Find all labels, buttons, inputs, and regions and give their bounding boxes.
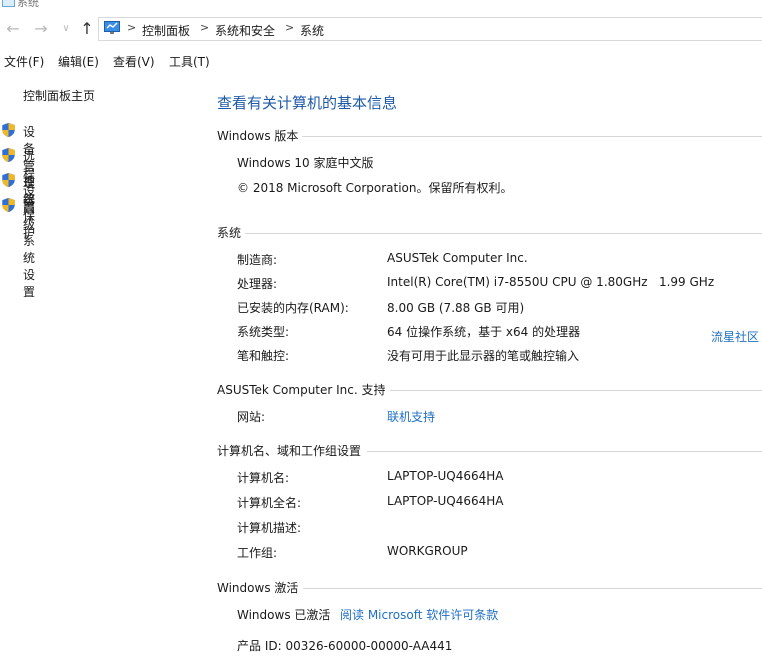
computer-name-label: 计算机名: (237, 471, 290, 485)
website-label: 网站: (237, 410, 266, 424)
up-arrow-icon[interactable]: ↑ (78, 16, 96, 42)
section-divider (245, 233, 762, 234)
breadcrumb-separator: > (285, 21, 295, 34)
computer-description-label: 计算机描述: (237, 521, 302, 535)
menu-bar: 文件(F) 编辑(E) 查看(V) 工具(T) (0, 50, 762, 72)
breadcrumb-separator: > (127, 21, 137, 34)
windows-edition-name: Windows 10 家庭中文版 (237, 156, 374, 170)
system-type-label: 系统类型: (237, 325, 290, 339)
watermark-text: 流星社区 (711, 330, 760, 344)
section-computer-name: 计算机名、域和工作组设置 (217, 442, 762, 460)
copyright-text: © 2018 Microsoft Corporation。保留所有权利。 (237, 181, 513, 195)
ram-value: 8.00 GB (7.88 GB 可用) (387, 301, 525, 315)
window-title: 系统 (17, 0, 39, 9)
breadcrumb-system[interactable]: 系统 (300, 22, 324, 39)
back-arrow-icon[interactable]: ← (4, 16, 22, 42)
section-heading: ASUSTek Computer Inc. 支持 (217, 381, 390, 398)
system-window-icon (2, 0, 15, 7)
uac-shield-icon (2, 197, 15, 213)
workgroup-value: WORKGROUP (387, 544, 468, 558)
section-divider (301, 136, 762, 137)
menu-tools[interactable]: 工具(T) (169, 53, 210, 70)
workgroup-label: 工作组: (237, 546, 278, 560)
uac-shield-icon (2, 147, 15, 163)
section-manufacturer-support: ASUSTek Computer Inc. 支持 (217, 381, 762, 399)
menu-file[interactable]: 文件(F) (4, 53, 44, 70)
breadcrumb-control-panel[interactable]: 控制面板 (142, 22, 190, 39)
full-computer-name-label: 计算机全名: (237, 496, 302, 510)
uac-shield-icon (2, 172, 15, 188)
menu-view[interactable]: 查看(V) (113, 53, 155, 70)
ram-label: 已安装的内存(RAM): (237, 301, 349, 315)
section-divider (303, 588, 762, 589)
breadcrumb-separator: > (200, 21, 210, 34)
menu-edit[interactable]: 编辑(E) (58, 53, 99, 70)
control-panel-monitor-icon (104, 21, 120, 34)
forward-arrow-icon[interactable]: → (32, 16, 50, 42)
page-title: 查看有关计算机的基本信息 (217, 94, 398, 112)
license-terms-link[interactable]: 阅读 Microsoft 软件许可条款 (340, 606, 498, 623)
section-divider (387, 390, 762, 391)
processor-value: Intel(R) Core(TM) i7-8550U CPU @ 1.80GHz… (387, 275, 715, 289)
processor-label: 处理器: (237, 277, 278, 291)
pen-touch-value: 没有可用于此显示器的笔或触控输入 (387, 349, 580, 363)
computer-name-value: LAPTOP-UQ4664HA (387, 469, 504, 483)
breadcrumb-system-security[interactable]: 系统和安全 (215, 22, 275, 39)
section-heading: Windows 激活 (217, 579, 303, 596)
section-system: 系统 (217, 224, 762, 242)
section-windows-edition: Windows 版本 (217, 127, 762, 145)
section-heading: 计算机名、域和工作组设置 (217, 442, 366, 459)
pen-touch-label: 笔和触控: (237, 349, 290, 363)
section-windows-activation: Windows 激活 (217, 579, 762, 597)
section-divider (367, 451, 762, 452)
online-support-link[interactable]: 联机支持 (387, 408, 435, 425)
section-heading: 系统 (217, 224, 246, 241)
manufacturer-value: ASUSTek Computer Inc. (387, 251, 528, 265)
recent-locations-chevron-icon[interactable]: ∨ (60, 16, 72, 42)
full-computer-name-value: LAPTOP-UQ4664HA (387, 494, 504, 508)
activation-status: Windows 已激活 (237, 608, 331, 622)
system-type-value: 64 位操作系统，基于 x64 的处理器 (387, 325, 581, 339)
address-bar[interactable]: > 控制面板 > 系统和安全 > 系统 (98, 17, 762, 41)
section-heading: Windows 版本 (217, 127, 303, 144)
product-id: 产品 ID: 00326-60000-00000-AA441 (237, 639, 453, 653)
control-panel-home-link[interactable]: 控制面板主页 (23, 87, 95, 104)
title-bar: 系统 (0, 0, 762, 12)
uac-shield-icon (2, 122, 15, 138)
manufacturer-label: 制造商: (237, 253, 278, 267)
sidebar-item-label: 高级系统设置 (23, 200, 36, 299)
